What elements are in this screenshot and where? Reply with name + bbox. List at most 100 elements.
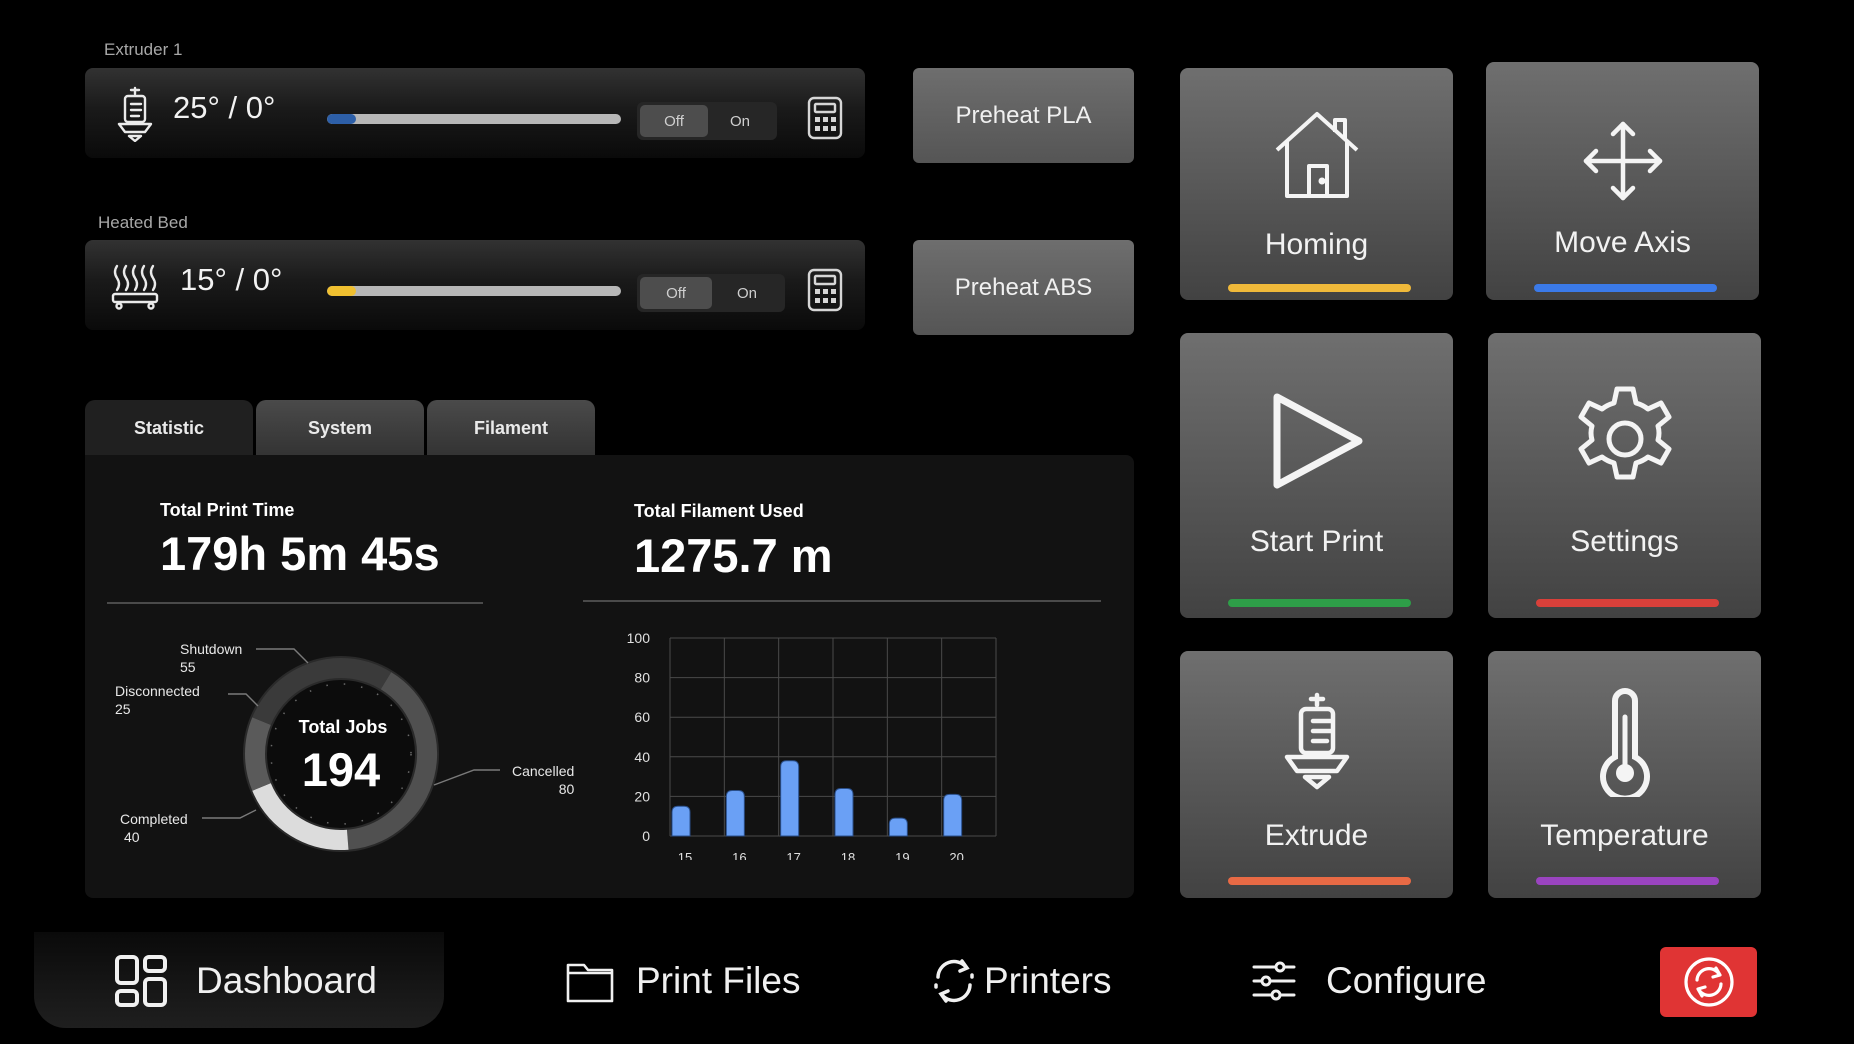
y-tick-label: 0 [642,828,650,844]
bar-19 [888,817,908,837]
bed-off-option[interactable]: Off [640,277,712,309]
extruder-panel: 25° / 0° Off On [85,68,865,158]
nav-print-files-label: Print Files [636,960,801,1001]
legend-cancelled: Cancelled 80 [512,762,574,798]
nav-printers[interactable]: Printers [930,936,1111,1026]
restart-button[interactable] [1660,947,1757,1017]
extruder-progress-track [327,114,621,124]
bed-progress-track [327,286,621,296]
nav-configure[interactable]: Configure [1252,936,1486,1026]
bar-20 [943,793,963,837]
leader-line [256,648,309,664]
x-tick-label: 19 [895,850,909,860]
extruder-section-label: Extruder 1 [104,40,183,59]
homing-accent-bar [1228,284,1411,292]
legend-completed: Completed 40 [120,810,188,846]
y-tick-label: 100 [627,630,651,646]
dashboard-icon [114,954,168,1008]
calculator-icon[interactable] [807,268,843,312]
extruder-on-option[interactable]: On [706,105,774,137]
nav-print-files[interactable]: Print Files [566,936,800,1026]
legend-completed-name: Completed [120,811,188,827]
leader-line [433,769,500,786]
legend-cancelled-value: 80 [558,781,575,797]
extrude-label: Extrude [1264,819,1369,852]
bar-18 [834,787,854,837]
home-icon [1269,104,1365,200]
temperature-accent-bar [1536,877,1719,885]
extruder-toggle[interactable]: Off On [637,102,777,140]
leader-line [202,809,257,819]
x-tick-label: 18 [841,850,855,860]
homing-tile[interactable]: Homing [1180,68,1453,300]
temperature-tile[interactable]: Temperature [1488,651,1761,898]
bed-toggle[interactable]: Off On [637,274,785,312]
move-axis-accent-bar [1534,284,1717,292]
settings-tile[interactable]: Settings [1488,333,1761,618]
extruder-icon [1281,691,1353,791]
x-tick-label: 17 [786,850,800,860]
preheat-abs-button[interactable]: Preheat ABS [913,240,1134,335]
start-print-tile[interactable]: Start Print [1180,333,1453,618]
thermometer-icon [1595,687,1655,797]
nav-printers-label: Printers [984,960,1112,1001]
temperature-label: Temperature [1540,819,1709,852]
print-time-label: Total Print Time [160,500,295,520]
nav-dashboard[interactable]: Dashboard [114,936,377,1026]
filament-used-label: Total Filament Used [634,501,804,521]
donut-center-value: 194 [302,743,380,796]
bar-17 [780,760,800,837]
y-tick-label: 40 [634,749,650,765]
folder-icon [566,959,614,1003]
bar-16 [725,789,745,837]
nav-configure-label: Configure [1326,960,1487,1001]
extruder-icon [109,86,161,142]
print-time-value: 179h 5m 45s [160,527,440,580]
legend-cancelled-name: Cancelled [512,763,575,779]
y-tick-label: 80 [634,670,650,686]
legend-disconnected-name: Disconnected [115,683,200,699]
start-print-label: Start Print [1249,525,1384,558]
preheat-pla-button[interactable]: Preheat PLA [913,68,1134,163]
settings-accent-bar [1536,599,1719,607]
gear-icon [1569,383,1681,495]
sliders-icon [1252,961,1296,1001]
legend-completed-value: 40 [124,829,140,845]
leader-line [228,693,259,707]
extruder-temperature: 25° / 0° [173,90,276,125]
bed-temperature: 15° / 0° [180,262,283,297]
divider [107,602,483,604]
play-icon [1267,389,1367,493]
heated-bed-icon [109,258,161,314]
move-axis-tile[interactable]: Move Axis [1486,62,1759,300]
calculator-icon[interactable] [807,96,843,140]
y-tick-label: 60 [634,709,650,725]
donut-center-label: Total Jobs [299,717,388,737]
sync-icon [930,957,978,1005]
extruder-off-option[interactable]: Off [640,105,708,137]
bed-panel: 15° / 0° Off On [85,240,865,330]
legend-disconnected: Disconnected 25 [115,682,200,718]
bed-on-option[interactable]: On [712,277,782,309]
x-tick-label: 15 [678,850,692,860]
filament-used-value: 1275.7 m [634,529,833,582]
legend-shutdown: Shutdown 55 [180,640,242,676]
bed-section-label: Heated Bed [98,213,188,232]
move-axis-label: Move Axis [1554,226,1691,259]
refresh-icon [1683,956,1735,1008]
bed-progress-fill [327,286,357,296]
divider [583,600,1101,602]
homing-label: Homing [1264,228,1369,261]
tab-system[interactable]: System [256,400,424,456]
nav-dashboard-label: Dashboard [196,960,378,1001]
x-tick-label: 16 [732,850,746,860]
tab-statistic[interactable]: Statistic [85,400,253,456]
extruder-progress-fill [327,114,357,124]
extrude-tile[interactable]: Extrude [1180,651,1453,898]
settings-label: Settings [1570,525,1679,558]
legend-shutdown-name: Shutdown [180,641,243,657]
legend-disconnected-value: 25 [115,701,131,717]
filament-bar-chart: 0 20 40 60 80 100 15 16 17 18 19 20 [627,630,997,860]
tab-filament[interactable]: Filament [427,400,595,456]
extrude-accent-bar [1228,877,1411,885]
